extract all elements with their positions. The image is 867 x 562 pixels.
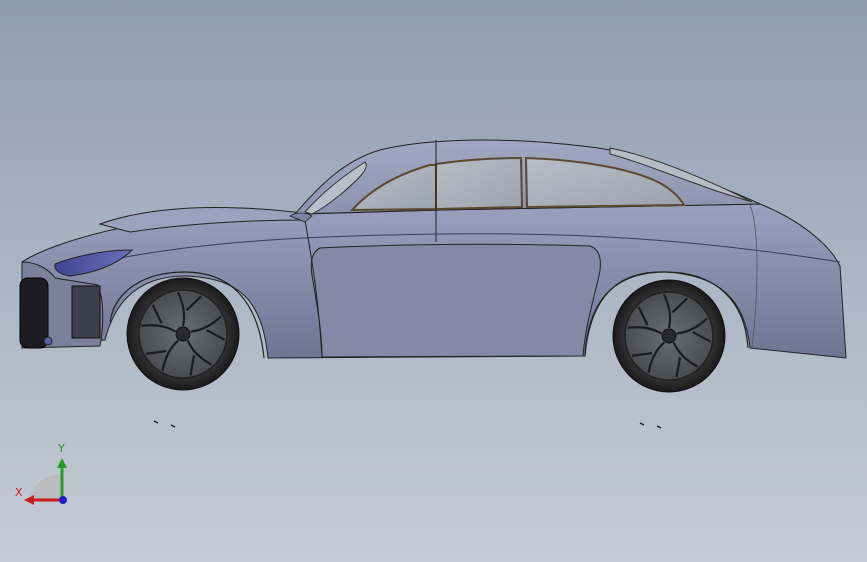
front-grille [19,277,49,349]
middle-side-window [435,156,524,211]
z-axis-dot [59,496,67,504]
x-axis-arrowhead [24,495,34,505]
triad-plane [30,474,62,500]
axis-y-label: Y [58,442,65,455]
ground-markers [153,420,662,429]
coordinate-triad[interactable] [24,458,67,505]
front-wheel[interactable] [126,277,240,391]
car-model-view[interactable] [0,0,867,562]
door-panel-outline [310,243,601,358]
axis-x-label: X [15,486,23,499]
fog-light [43,336,53,346]
rear-wheel[interactable] [612,279,726,393]
intake-mesh [71,285,101,339]
graphics-viewport[interactable]: X Y [0,0,867,562]
y-axis-arrowhead [57,458,67,468]
